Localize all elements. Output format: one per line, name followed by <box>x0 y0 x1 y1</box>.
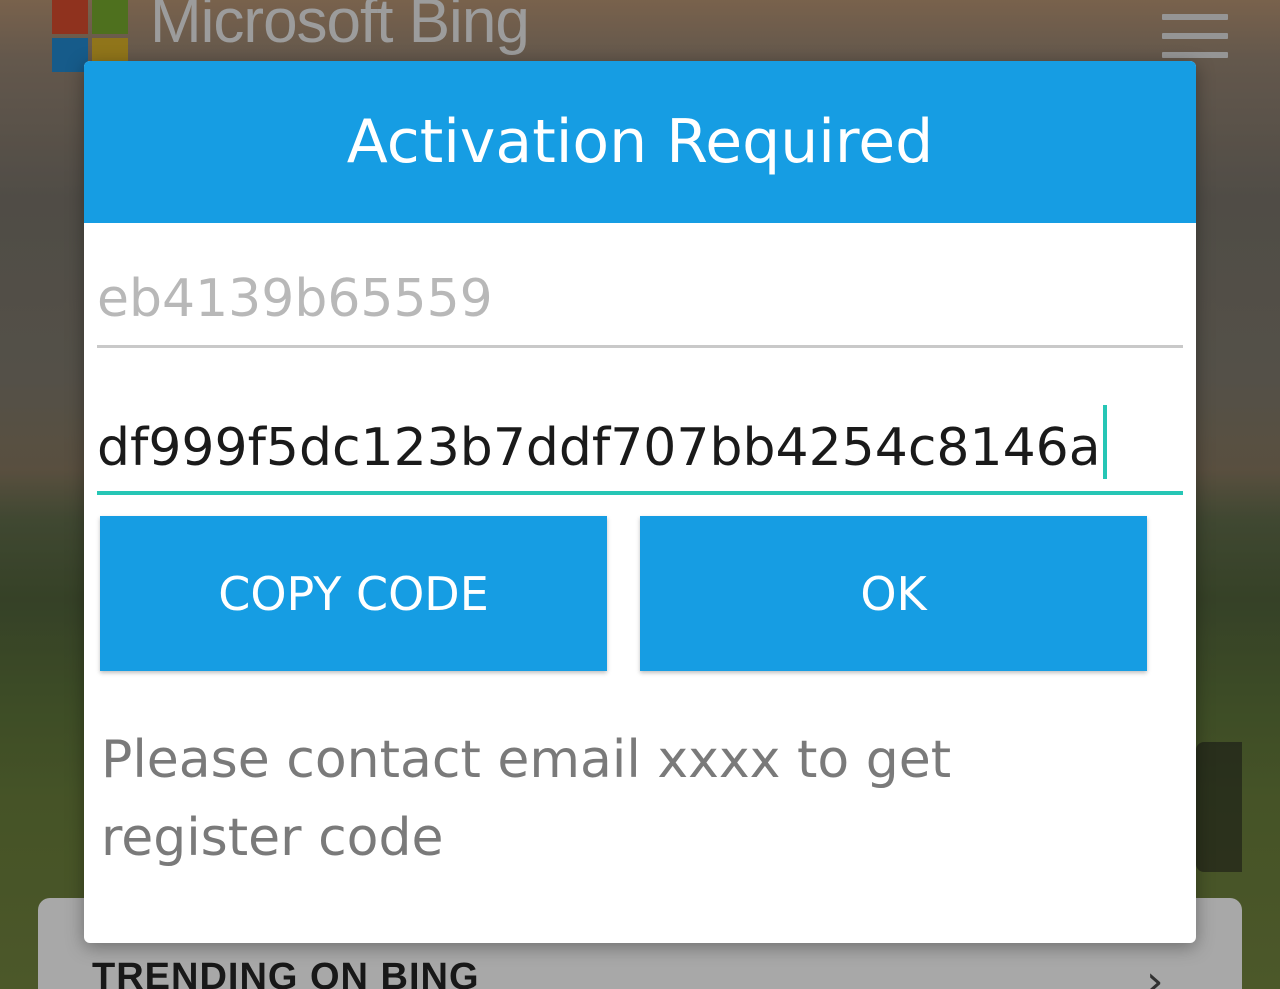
contact-message: Please contact email xxxx to get registe… <box>101 730 952 868</box>
register-code-value: df999f5dc123b7ddf707bb4254c8146a <box>97 418 1101 478</box>
register-code-input[interactable]: df999f5dc123b7ddf707bb4254c8146a <box>97 405 1183 495</box>
register-code-value-wrap: df999f5dc123b7ddf707bb4254c8146a <box>97 405 1107 479</box>
activation-dialog: Activation Required eb4139b65559 df999f5… <box>84 61 1196 943</box>
ok-button[interactable]: OK <box>640 516 1147 671</box>
dialog-header: Activation Required <box>84 61 1196 223</box>
dialog-title: Activation Required <box>346 107 934 177</box>
device-id-value: eb4139b65559 <box>97 269 493 329</box>
device-id-field[interactable]: eb4139b65559 <box>97 261 1183 348</box>
text-caret <box>1102 405 1107 479</box>
copy-code-button[interactable]: COPY CODE <box>100 516 607 671</box>
